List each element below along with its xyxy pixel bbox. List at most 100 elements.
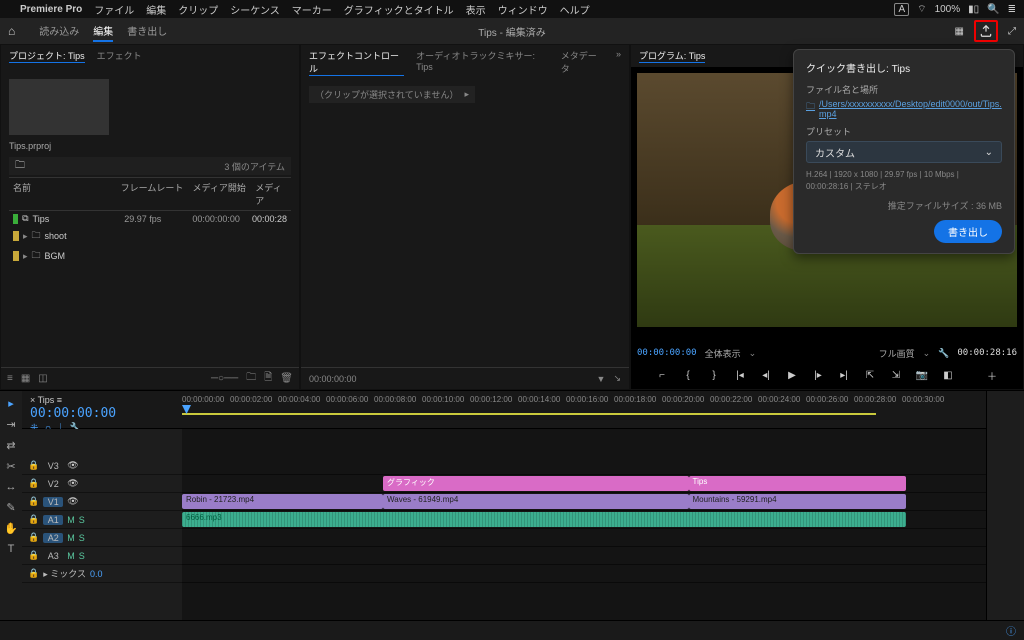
step-back-icon[interactable]: ◂| [760, 369, 772, 381]
icon-view-icon[interactable]: ▦ [21, 373, 30, 384]
extract-icon[interactable]: ⇲ [890, 369, 902, 381]
export-frame-icon[interactable]: 📷 [916, 369, 928, 381]
track-v1-head[interactable]: 🔒V1👁 [22, 493, 182, 511]
lane-a2[interactable] [182, 529, 986, 547]
track-a2-head[interactable]: 🔒A2MS [22, 529, 182, 547]
track-a3-head[interactable]: 🔒A3MS [22, 547, 182, 565]
freeform-view-icon[interactable]: ◫ [38, 373, 47, 384]
track-mix-head[interactable]: 🔒▸ ミックス0.0 [22, 565, 182, 583]
track-select-icon[interactable]: ⇥ [6, 418, 15, 431]
wrench-icon[interactable]: 🔧 [938, 348, 949, 359]
clip-mountains[interactable]: Mountains - 59291.mp4 [689, 494, 906, 509]
project-thumbnail[interactable] [9, 79, 109, 135]
tab-edit[interactable]: 編集 [93, 21, 113, 42]
ec-timecode[interactable]: 00:00:00:00 [309, 374, 357, 384]
step-fwd-icon[interactable]: |▸ [812, 369, 824, 381]
work-area-bar[interactable] [182, 413, 876, 415]
go-out-icon[interactable]: ▸| [838, 369, 850, 381]
tab-import[interactable]: 読み込み [39, 21, 79, 42]
trash-icon[interactable]: 🗑 [280, 373, 293, 384]
type-tool-icon[interactable]: T [8, 543, 15, 555]
play-icon[interactable]: ▶ [786, 369, 798, 381]
menu-window[interactable]: ウィンドウ [498, 2, 548, 17]
project-row[interactable]: ⧉Tips 29.97 fps 00:00:00:00 00:00:28 [9, 211, 291, 226]
control-center-icon[interactable]: ≣ [1008, 4, 1016, 15]
sequence-name[interactable]: Tips [38, 395, 55, 405]
wrench-icon[interactable]: ↘ [613, 373, 621, 384]
add-marker-icon[interactable]: ⌐ [656, 369, 668, 381]
selection-tool-icon[interactable]: ▸ [8, 397, 14, 410]
razor-tool-icon[interactable]: ✂ [6, 460, 15, 473]
info-icon[interactable]: ⓘ [1006, 623, 1016, 638]
fit-dropdown[interactable]: 全体表示 [705, 347, 741, 360]
quality-dropdown[interactable]: フル画質 [879, 347, 915, 360]
preset-dropdown[interactable]: カスタム ⌄ [806, 141, 1002, 163]
list-view-icon[interactable]: ≡ [7, 373, 13, 384]
menu-graphic[interactable]: グラフィックとタイトル [344, 2, 454, 17]
audio-mixer-tab[interactable]: オーディオトラックミキサー: Tips [416, 49, 549, 76]
project-search[interactable]: 🗀 3 個のアイテム [9, 157, 291, 175]
hand-tool-icon[interactable]: ✋ [4, 522, 18, 535]
program-tab[interactable]: プログラム: Tips [639, 49, 705, 63]
timeline-ruler[interactable]: 00:00:00:0000:00:02:0000:00:04:0000:00:0… [182, 391, 986, 428]
new-bin-icon[interactable]: 🗀 [246, 370, 256, 387]
filter-icon[interactable]: ▼ [597, 374, 606, 384]
go-in-icon[interactable]: |◂ [734, 369, 746, 381]
col-fps[interactable]: フレームレート [121, 181, 193, 207]
panel-menu-icon[interactable]: » [616, 49, 621, 76]
lift-icon[interactable]: ⇱ [864, 369, 876, 381]
app-name[interactable]: Premiere Pro [20, 4, 82, 15]
track-a1-head[interactable]: 🔒A1MS [22, 511, 182, 529]
mark-out-icon[interactable]: } [708, 369, 720, 381]
menu-edit[interactable]: 編集 [146, 2, 166, 17]
quick-export-button[interactable] [974, 20, 998, 42]
new-item-icon[interactable]: 🗎 [264, 370, 272, 387]
audio-meter[interactable] [986, 391, 1024, 620]
col-media[interactable]: メディア [255, 181, 287, 207]
slip-tool-icon[interactable]: ↔ [6, 481, 17, 493]
zoom-slider[interactable]: ─○── [211, 373, 238, 384]
ripple-tool-icon[interactable]: ⇄ [6, 439, 15, 452]
effects-tab[interactable]: エフェクト [97, 49, 142, 63]
menu-clip[interactable]: クリップ [178, 2, 218, 17]
menu-view[interactable]: 表示 [466, 2, 486, 17]
track-v3-head[interactable]: 🔒V3👁 [22, 457, 182, 475]
input-mode-icon[interactable]: A [894, 3, 909, 16]
program-in-tc[interactable]: 00:00:00:00 [637, 348, 697, 358]
workspace-icon[interactable]: ▦ [955, 26, 964, 37]
col-name[interactable]: 名前 [13, 181, 121, 207]
compare-icon[interactable]: ◧ [942, 369, 954, 381]
menu-marker[interactable]: マーカー [292, 2, 332, 17]
search-icon[interactable]: 🔍 [987, 4, 999, 15]
lane-v2[interactable]: グラフィック Tips [182, 475, 986, 493]
clip-graphic[interactable]: グラフィック [383, 476, 689, 491]
track-v2-head[interactable]: 🔒V2👁 [22, 475, 182, 493]
lane-a1[interactable]: 6666.mp3 [182, 511, 986, 529]
clip-waves[interactable]: Waves - 61949.mp4 [383, 494, 689, 509]
fullscreen-icon[interactable]: ⤢ [1008, 26, 1016, 37]
tab-export[interactable]: 書き出し [127, 21, 167, 42]
project-tab[interactable]: プロジェクト: Tips [9, 49, 85, 63]
button-editor-icon[interactable]: ＋ [986, 369, 998, 381]
mark-in-icon[interactable]: { [682, 369, 694, 381]
menu-file[interactable]: ファイル [94, 2, 134, 17]
wifi-icon[interactable]: ⌔ [917, 3, 926, 16]
lane-mix[interactable] [182, 565, 986, 583]
timeline-timecode[interactable]: 00:00:00:00 [30, 406, 174, 421]
clip-bgm[interactable]: 6666.mp3 [182, 512, 906, 527]
metadata-tab[interactable]: メタデータ [561, 49, 604, 76]
lane-v1[interactable]: Robin - 21723.mp4 Waves - 61949.mp4 Moun… [182, 493, 986, 511]
pen-tool-icon[interactable]: ✎ [6, 501, 15, 514]
effect-controls-tab[interactable]: エフェクトコントロール [309, 49, 404, 76]
home-icon[interactable]: ⌂ [8, 24, 15, 38]
project-row[interactable]: ▸🗀shoot [9, 226, 291, 246]
export-button[interactable]: 書き出し [934, 220, 1002, 243]
lane-v3[interactable] [182, 457, 986, 475]
col-start[interactable]: メディア開始 [192, 181, 255, 207]
clip-robin[interactable]: Robin - 21723.mp4 [182, 494, 383, 509]
program-out-tc[interactable]: 00:00:28:16 [957, 348, 1017, 358]
lane-a3[interactable] [182, 547, 986, 565]
menu-seq[interactable]: シーケンス [230, 2, 280, 17]
menu-help[interactable]: ヘルプ [560, 2, 590, 17]
clip-tips[interactable]: Tips [689, 476, 906, 491]
